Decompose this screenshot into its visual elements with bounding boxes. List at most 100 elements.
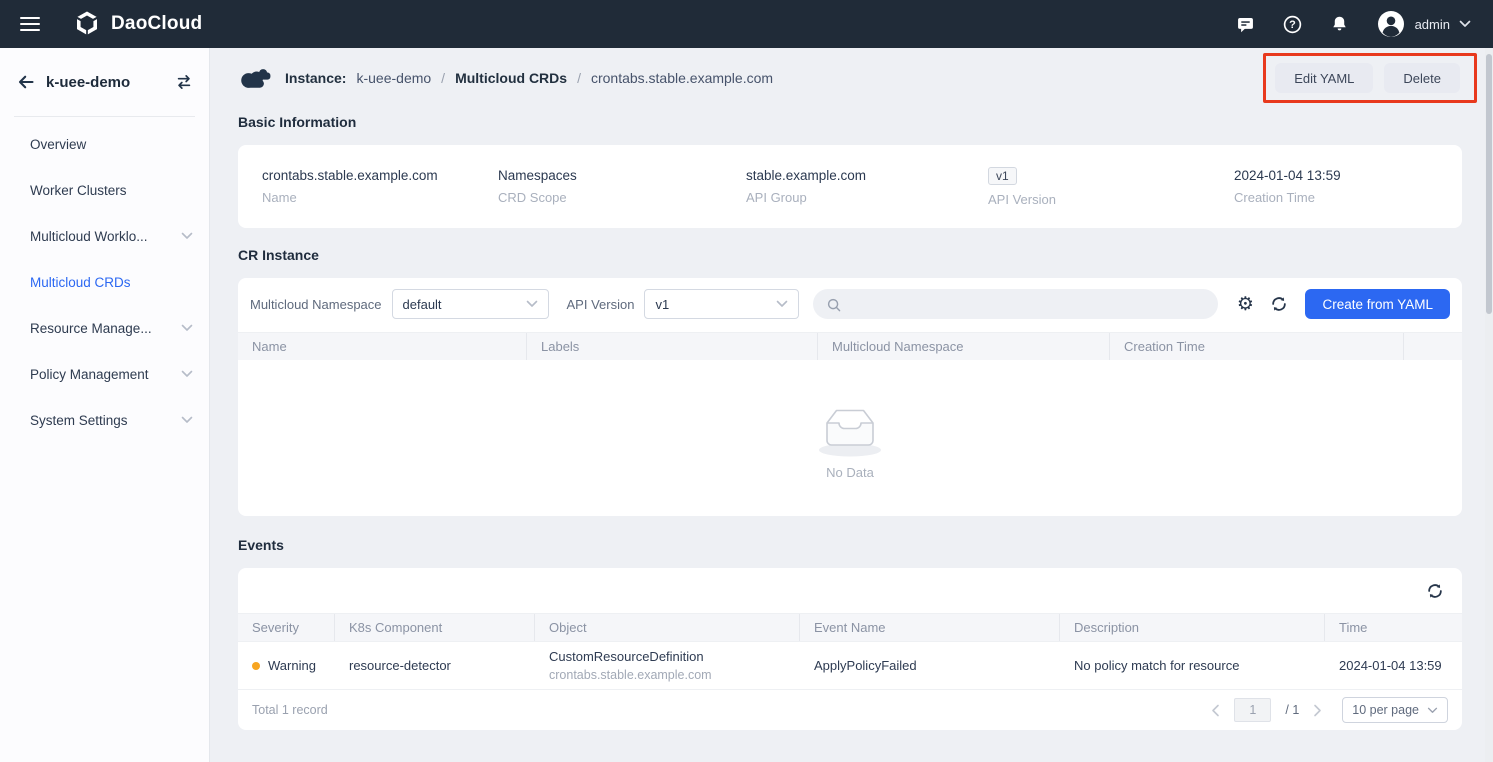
description-cell: No policy match for resource	[1060, 658, 1325, 673]
breadcrumb-separator: /	[577, 70, 581, 86]
namespace-filter-label: Multicloud Namespace	[250, 297, 382, 312]
instance-title: k-uee-demo	[46, 74, 175, 91]
field-api-version: v1 API Version	[988, 167, 1234, 207]
col-k8s-component: K8s Component	[335, 614, 535, 641]
namespace-select[interactable]: default	[392, 289, 549, 319]
breadcrumb-item-multicloud-crds[interactable]: Multicloud CRDs	[455, 70, 567, 86]
breadcrumb-prefix: Instance:	[285, 70, 346, 86]
table-settings-gear-icon[interactable]: ⚙	[1235, 294, 1255, 314]
create-from-yaml-button[interactable]: Create from YAML	[1305, 289, 1450, 319]
col-object: Object	[535, 614, 800, 641]
no-data-icon	[813, 397, 887, 459]
events-card: Severity K8s Component Object Event Name…	[238, 568, 1462, 730]
daocloud-logo-icon	[72, 9, 102, 39]
component-cell: resource-detector	[335, 658, 535, 673]
cr-table-header: Name Labels Multicloud Namespace Creatio…	[238, 332, 1462, 360]
total-records-label: Total 1 record	[252, 703, 328, 717]
col-name: Name	[238, 333, 527, 360]
back-arrow-icon	[16, 72, 36, 92]
search-icon	[825, 296, 843, 314]
delete-button[interactable]: Delete	[1384, 63, 1460, 93]
top-navbar: DaoCloud ?	[0, 0, 1493, 48]
sidebar: k-uee-demo Overview Worker Clusters Mult…	[0, 48, 210, 762]
page-size-select[interactable]: 10 per page	[1342, 697, 1448, 723]
events-title: Events	[238, 537, 1462, 553]
events-table-header: Severity K8s Component Object Event Name…	[238, 613, 1462, 641]
sidebar-item-worker-clusters[interactable]: Worker Clusters	[0, 167, 209, 213]
page-number-input[interactable]	[1234, 698, 1271, 722]
event-name-cell: ApplyPolicyFailed	[800, 658, 1060, 673]
chevron-down-icon	[181, 370, 193, 378]
sidebar-item-system-settings[interactable]: System Settings	[0, 397, 209, 443]
avatar	[1376, 9, 1406, 39]
refresh-icon[interactable]	[1269, 294, 1289, 314]
chevron-down-icon	[526, 300, 538, 308]
sidebar-item-multicloud-workloads[interactable]: Multicloud Worklo...	[0, 213, 209, 259]
breadcrumb-item-instance[interactable]: k-uee-demo	[356, 70, 431, 86]
pagination: Total 1 record / 1 10 per page	[238, 690, 1462, 730]
cloud-icon	[238, 65, 272, 91]
back-button[interactable]	[16, 72, 36, 92]
chevron-down-icon	[181, 232, 193, 240]
next-page-button[interactable]	[1313, 704, 1322, 717]
prev-page-button[interactable]	[1211, 704, 1220, 717]
sidebar-item-overview[interactable]: Overview	[0, 121, 209, 167]
basic-information-card: crontabs.stable.example.com Name Namespa…	[238, 145, 1462, 228]
chevron-down-icon	[181, 416, 193, 424]
chevron-down-icon	[181, 324, 193, 332]
no-data-label: No Data	[826, 465, 874, 480]
event-table-row: Warning resource-detector CustomResource…	[238, 641, 1462, 690]
api-version-filter-label: API Version	[567, 297, 635, 312]
chevron-down-icon	[776, 300, 788, 308]
severity-cell: Warning	[238, 658, 335, 673]
breadcrumb: Instance: k-uee-demo / Multicloud CRDs /…	[238, 48, 1462, 108]
object-cell: CustomResourceDefinition crontabs.stable…	[535, 649, 800, 682]
col-actions	[1404, 333, 1462, 360]
warning-dot-icon	[252, 662, 260, 670]
col-severity: Severity	[238, 614, 335, 641]
switch-instance-button[interactable]	[175, 73, 193, 91]
sidebar-nav: Overview Worker Clusters Multicloud Work…	[0, 121, 209, 443]
chevron-down-icon	[1459, 20, 1471, 28]
breadcrumb-separator: /	[441, 70, 445, 86]
help-icon[interactable]: ?	[1282, 14, 1303, 35]
edit-yaml-button[interactable]: Edit YAML	[1275, 63, 1373, 93]
api-version-tag: v1	[988, 167, 1017, 185]
col-labels: Labels	[527, 333, 818, 360]
chevron-down-icon	[1427, 707, 1438, 714]
field-creation-time: 2024-01-04 13:59 Creation Time	[1234, 168, 1462, 205]
col-time: Time	[1325, 614, 1462, 641]
field-name: crontabs.stable.example.com Name	[262, 168, 498, 205]
sidebar-divider	[14, 116, 195, 117]
svg-text:?: ?	[1289, 19, 1296, 31]
page-scrollbar[interactable]	[1485, 48, 1493, 762]
sidebar-item-multicloud-crds[interactable]: Multicloud CRDs	[0, 259, 209, 305]
total-pages: 1	[1292, 703, 1299, 717]
sidebar-item-policy-management[interactable]: Policy Management	[0, 351, 209, 397]
switch-icon	[175, 73, 193, 91]
breadcrumb-item-crd-name: crontabs.stable.example.com	[591, 70, 773, 86]
col-event-name: Event Name	[800, 614, 1060, 641]
col-creation-time: Creation Time	[1110, 333, 1404, 360]
cr-instance-card: Multicloud Namespace default API Version…	[238, 278, 1462, 516]
main-content: Instance: k-uee-demo / Multicloud CRDs /…	[210, 48, 1493, 762]
basic-information-title: Basic Information	[238, 114, 1462, 130]
brand-name: DaoCloud	[111, 13, 202, 35]
cr-search-input[interactable]	[813, 289, 1218, 319]
notifications-bell-icon[interactable]	[1329, 14, 1350, 35]
col-multicloud-namespace: Multicloud Namespace	[818, 333, 1110, 360]
user-menu[interactable]: admin	[1376, 9, 1471, 39]
api-version-select[interactable]: v1	[644, 289, 799, 319]
highlight-annotation-box: Edit YAML Delete	[1263, 53, 1477, 103]
sidebar-item-resource-management[interactable]: Resource Manage...	[0, 305, 209, 351]
cr-empty-state: No Data	[238, 360, 1462, 516]
events-refresh-icon[interactable]	[1425, 581, 1445, 601]
time-cell: 2024-01-04 13:59	[1325, 658, 1462, 673]
field-crd-scope: Namespaces CRD Scope	[498, 168, 746, 205]
scrollbar-thumb[interactable]	[1486, 54, 1492, 314]
hamburger-menu-icon[interactable]	[20, 17, 40, 31]
brand[interactable]: DaoCloud	[72, 9, 202, 39]
messages-icon[interactable]	[1235, 14, 1256, 35]
field-api-group: stable.example.com API Group	[746, 168, 988, 205]
user-name: admin	[1415, 17, 1450, 32]
